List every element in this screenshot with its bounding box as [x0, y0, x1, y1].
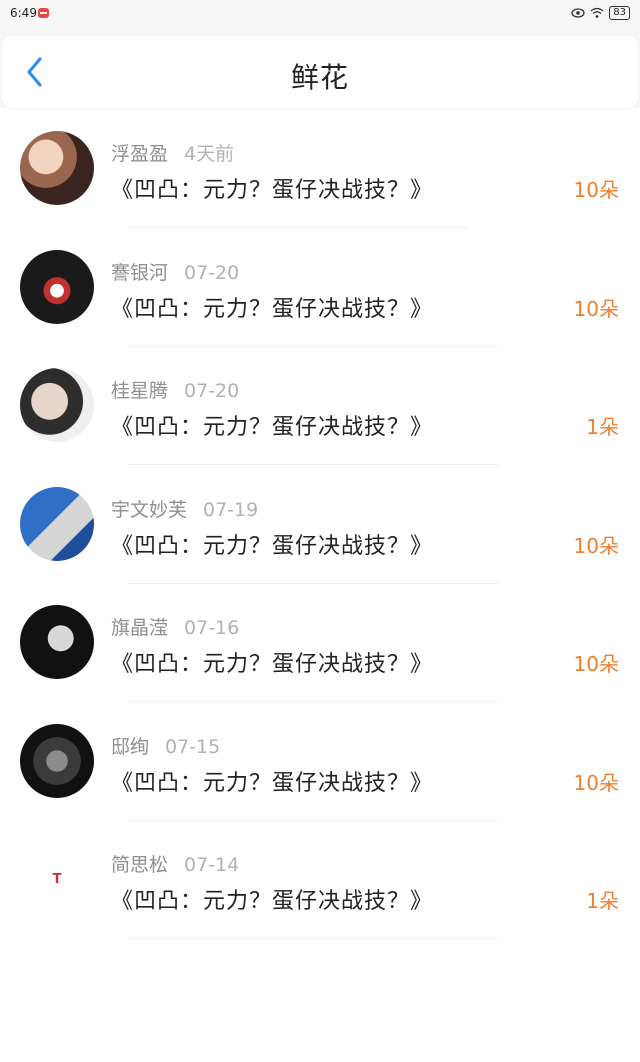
- item-date: 07-20: [184, 380, 239, 402]
- wifi-icon: [590, 7, 604, 19]
- avatar[interactable]: [20, 368, 94, 442]
- eye-icon: [571, 7, 585, 19]
- user-name[interactable]: 简思松: [111, 854, 168, 876]
- name-line: 浮盈盈 4天前: [111, 139, 234, 166]
- item-message[interactable]: 《凹凸：元力？蛋仔决战技？》: [111, 409, 433, 441]
- item-date: 07-16: [184, 617, 239, 639]
- item-message[interactable]: 《凹凸：元力？蛋仔决战技？》: [111, 291, 433, 323]
- divider: [128, 227, 468, 228]
- status-bar: 6:49 83: [0, 0, 640, 28]
- status-time: 6:49: [10, 6, 37, 20]
- flower-count: 10朵: [574, 767, 619, 796]
- list-item[interactable]: 桂星腾 07-20 《凹凸：元力？蛋仔决战技？》 1朵: [0, 351, 640, 470]
- avatar[interactable]: T: [20, 842, 94, 916]
- list-item[interactable]: [0, 944, 640, 1062]
- avatar[interactable]: [20, 605, 94, 679]
- user-name[interactable]: 邸绚: [111, 736, 149, 758]
- item-date: 4天前: [184, 143, 234, 165]
- flower-list: 浮盈盈 4天前 《凹凸：元力？蛋仔决战技？》 10朵 謇银河 07-20 《凹凸：元…: [0, 114, 640, 1062]
- list-item[interactable]: 旗晶滢 07-16 《凹凸：元力？蛋仔决战技？》 10朵: [0, 588, 640, 707]
- page-title: 鲜花: [2, 56, 638, 96]
- item-date: 07-15: [165, 736, 220, 758]
- list-item[interactable]: 謇银河 07-20 《凹凸：元力？蛋仔决战技？》 10朵: [0, 233, 640, 352]
- notification-icon: [38, 8, 49, 18]
- list-item[interactable]: T 简思松 07-14 《凹凸：元力？蛋仔决战技？》 1朵: [0, 825, 640, 944]
- flower-count: 10朵: [574, 174, 619, 203]
- user-name[interactable]: 浮盈盈: [111, 143, 168, 165]
- divider: [128, 938, 498, 939]
- battery-icon: 83: [609, 6, 630, 20]
- list-item[interactable]: 邸绚 07-15 《凹凸：元力？蛋仔决战技？》 10朵: [0, 707, 640, 826]
- avatar[interactable]: [20, 724, 94, 798]
- status-icons: 83: [571, 6, 630, 20]
- name-line: 简思松 07-14: [111, 850, 239, 877]
- flower-count: 10朵: [574, 293, 619, 322]
- name-line: 桂星腾 07-20: [111, 376, 239, 403]
- item-message[interactable]: 《凹凸：元力？蛋仔决战技？》: [111, 646, 433, 678]
- item-date: 07-19: [203, 499, 258, 521]
- tesla-logo-icon: T: [53, 872, 62, 887]
- list-item[interactable]: 浮盈盈 4天前 《凹凸：元力？蛋仔决战技？》 10朵: [0, 114, 640, 233]
- item-message[interactable]: 《凹凸：元力？蛋仔决战技？》: [111, 528, 433, 560]
- divider: [128, 820, 498, 821]
- flower-count: 1朵: [586, 885, 619, 914]
- item-date: 07-14: [184, 854, 239, 876]
- item-message[interactable]: 《凹凸：元力？蛋仔决战技？》: [111, 883, 433, 915]
- divider: [128, 464, 498, 465]
- user-name[interactable]: 宇文妙芙: [111, 499, 187, 521]
- name-line: 旗晶滢 07-16: [111, 613, 239, 640]
- item-date: 07-20: [184, 262, 239, 284]
- list-item[interactable]: 宇文妙芙 07-19 《凹凸：元力？蛋仔决战技？》 10朵: [0, 470, 640, 589]
- avatar[interactable]: [20, 487, 94, 561]
- avatar[interactable]: [20, 131, 94, 205]
- flower-count: 10朵: [574, 530, 619, 559]
- header-card: 鲜花: [2, 36, 638, 108]
- user-name[interactable]: 桂星腾: [111, 380, 168, 402]
- header: 鲜花: [0, 28, 640, 108]
- user-name[interactable]: 旗晶滢: [111, 617, 168, 639]
- name-line: 邸绚 07-15: [111, 732, 220, 759]
- avatar[interactable]: [20, 250, 94, 324]
- divider: [128, 583, 498, 584]
- item-message[interactable]: 《凹凸：元力？蛋仔决战技？》: [111, 765, 433, 797]
- name-line: 宇文妙芙 07-19: [111, 495, 258, 522]
- name-line: 謇银河 07-20: [111, 258, 239, 285]
- divider: [128, 346, 498, 347]
- flower-count: 10朵: [574, 648, 619, 677]
- divider: [128, 701, 498, 702]
- name-line: [111, 969, 127, 991]
- item-message[interactable]: 《凹凸：元力？蛋仔决战技？》: [111, 172, 433, 204]
- user-name[interactable]: 謇银河: [111, 262, 168, 284]
- avatar[interactable]: [20, 961, 94, 1035]
- flower-count: 1朵: [586, 411, 619, 440]
